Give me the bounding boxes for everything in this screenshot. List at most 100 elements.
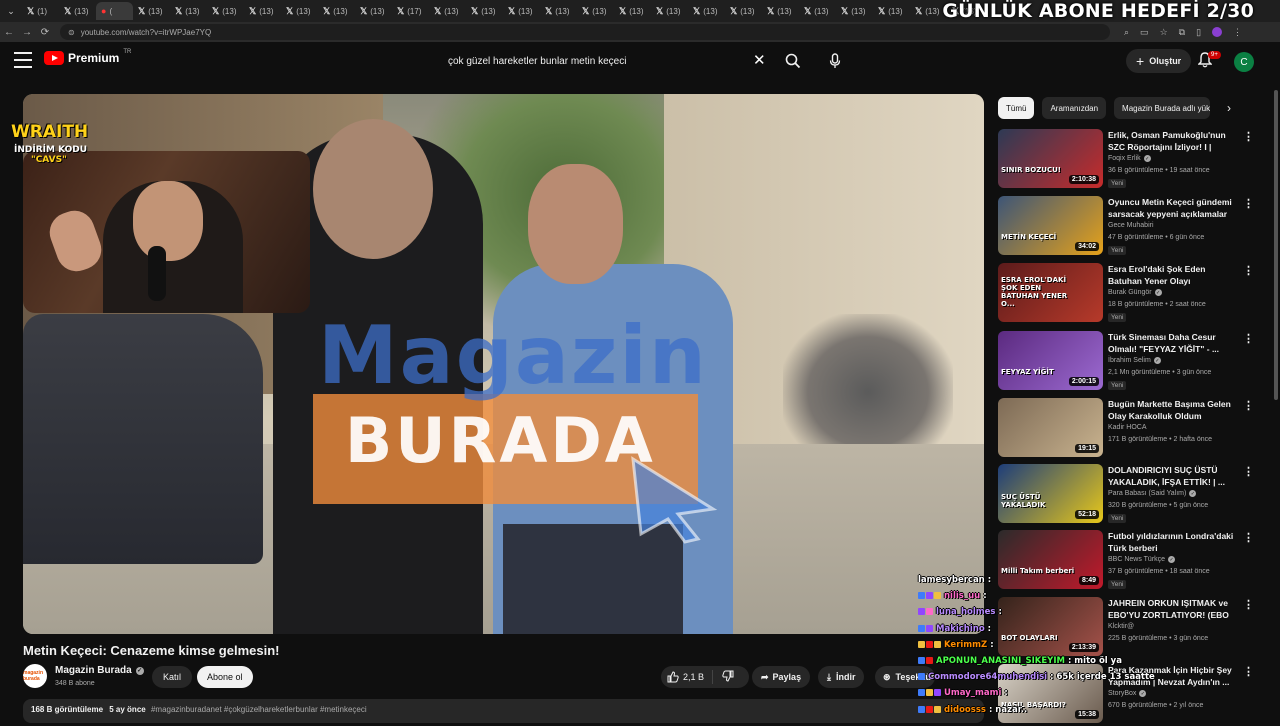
more-actions-icon[interactable]: ⋮ <box>1243 332 1254 345</box>
recommended-video-title[interactable]: JAHREIN ORKUN IŞITMAK ve EBO'YU ZORTLATI… <box>1108 597 1236 621</box>
forward-icon[interactable]: → <box>18 27 36 38</box>
recommended-video[interactable]: SUÇ ÜSTÜ YAKALADIK 52:18 DOLANDIRICIYI SUÇ… <box>998 464 1268 526</box>
recommended-video[interactable]: Milli Takım berberi 8:49 Futbol yıldızları… <box>998 530 1268 592</box>
browser-tab[interactable]: 𝕏 (13) <box>355 2 392 20</box>
chip-from-search[interactable]: Aramanızdan <box>1042 97 1107 119</box>
clear-search-icon[interactable]: ✕ <box>753 51 766 69</box>
browser-menu-icon[interactable]: ⋮ <box>1233 27 1242 38</box>
recommended-channel[interactable]: Burak Güngör ✓ <box>1108 289 1162 296</box>
browser-tab[interactable]: 𝕏 (13) <box>429 2 466 20</box>
chip-channel-uploads[interactable]: Magazin Burada adlı yüklemeler <box>1114 97 1211 119</box>
download-button[interactable]: ⤓ İndir <box>818 666 865 688</box>
subscribe-button[interactable]: Abone ol <box>197 666 253 688</box>
tab-search-icon[interactable]: ⌄ <box>0 0 22 22</box>
video-thumbnail[interactable]: FEYYAZ YİĞİT 2:00:15 <box>998 331 1103 390</box>
video-thumbnail[interactable]: Milli Takım berberi 8:49 <box>998 530 1103 589</box>
recommended-channel[interactable]: Kadir HOCA <box>1108 424 1147 431</box>
video-thumbnail[interactable]: BOT OLAYLARI 2:13:39 <box>998 597 1103 656</box>
side-panel-icon[interactable]: ▯ <box>1196 27 1201 38</box>
recommended-video-title[interactable]: Futbol yıldızlarının Londra'daki Türk be… <box>1108 530 1236 554</box>
browser-tab[interactable]: 𝕏 (13) <box>688 2 725 20</box>
more-actions-icon[interactable]: ⋮ <box>1243 465 1254 478</box>
chip-all[interactable]: Tümü <box>998 97 1035 119</box>
recommended-video[interactable]: 19:15 Bugün Markette Başıma Gelen Olay Ka… <box>998 398 1268 460</box>
recommended-video-title[interactable]: Türk Sineması Daha Cesur Olmalı! "FEYYAZ… <box>1108 331 1236 355</box>
recommended-video[interactable]: METİN KEÇECİ 34:02 Oyuncu Metin Keçeci gün… <box>998 196 1268 258</box>
site-info-icon[interactable]: ⊜ <box>68 28 75 37</box>
like-button[interactable]: 2,1 B <box>661 670 714 684</box>
more-actions-icon[interactable]: ⋮ <box>1243 197 1254 210</box>
user-avatar[interactable]: C <box>1234 52 1254 72</box>
browser-tab[interactable]: 𝕏 (13) <box>59 2 96 20</box>
address-bar[interactable]: ⊜ youtube.com/watch?v=itrWPJae7YQ <box>60 24 1110 40</box>
chevron-right-icon[interactable]: › <box>1227 101 1231 115</box>
recommended-video[interactable]: SINIR BOZUCU! 2:10:38 Erlik, Osman Pamukoğ… <box>998 129 1268 191</box>
recommended-video[interactable]: FEYYAZ YİĞİT 2:00:15 Türk Sineması Daha Ce… <box>998 331 1268 393</box>
dislike-button[interactable] <box>713 670 734 684</box>
back-icon[interactable]: ← <box>0 27 18 38</box>
browser-tab[interactable]: 𝕏 (13) <box>762 2 799 20</box>
browser-tab[interactable]: 𝕏 (13) <box>614 2 651 20</box>
profile-icon[interactable] <box>1212 27 1223 37</box>
extensions-icon[interactable]: ⧉ <box>1179 27 1185 38</box>
browser-tab[interactable]: 𝕏 (13) <box>170 2 207 20</box>
youtube-premium-logo[interactable]: Premium TR <box>44 49 131 65</box>
more-actions-icon[interactable]: ⋮ <box>1243 531 1254 544</box>
zoom-icon[interactable]: ⌕ <box>1124 27 1129 38</box>
recommended-video-title[interactable]: Bugün Markette Başıma Gelen Olay Karakol… <box>1108 398 1236 422</box>
more-actions-icon[interactable]: ⋮ <box>1243 665 1254 678</box>
browser-tab[interactable]: 𝕏 (13) <box>836 2 873 20</box>
hamburger-menu-icon[interactable] <box>14 52 32 68</box>
browser-tab[interactable]: 𝕏 (13) <box>651 2 688 20</box>
share-button[interactable]: ➦ Paylaş <box>752 666 811 688</box>
browser-tab[interactable]: 𝕏 (13) <box>281 2 318 20</box>
recommended-video-title[interactable]: DOLANDIRICIYI SUÇ ÜSTÜ YAKALADIK, İFŞA E… <box>1108 464 1236 488</box>
create-button[interactable]: + Oluştur <box>1126 49 1192 73</box>
recommended-channel[interactable]: StoryBox ✓ <box>1108 690 1147 697</box>
scrollbar-thumb[interactable] <box>1274 90 1278 400</box>
recommended-channel[interactable]: Para Babası (Said Yalım) ✓ <box>1108 490 1197 497</box>
video-thumbnail[interactable]: SUÇ ÜSTÜ YAKALADIK 52:18 <box>998 464 1103 523</box>
recommended-video[interactable]: ESRA EROL'DAKİ ŞOK EDEN BATUHAN YENER O.… <box>998 263 1268 325</box>
recommended-channel[interactable]: BBC News Türkçe ✓ <box>1108 556 1176 563</box>
recommended-channel[interactable]: Foqix Erlik ✓ <box>1108 155 1151 162</box>
video-thumbnail[interactable]: 19:15 <box>998 398 1103 457</box>
hashtags[interactable]: #magazinburadanet #çokgüzelhareketlerbun… <box>151 705 367 714</box>
browser-tab[interactable]: 𝕏 (13) <box>503 2 540 20</box>
video-thumbnail[interactable]: METİN KEÇECİ 34:02 <box>998 196 1103 255</box>
voice-search-button[interactable] <box>822 48 848 74</box>
search-button[interactable] <box>775 48 811 74</box>
join-button[interactable]: Katıl <box>152 666 193 688</box>
browser-tab[interactable]: 𝕏 (17) <box>392 2 429 20</box>
recommended-channel[interactable]: İbrahim Selim ✓ <box>1108 357 1161 364</box>
more-actions-icon[interactable]: ⋮ <box>1243 598 1254 611</box>
channel-name[interactable]: Magazin Burada ✓ <box>55 665 144 676</box>
cast-icon[interactable]: ▭ <box>1140 27 1149 38</box>
more-actions-icon[interactable]: ⋮ <box>1243 264 1254 277</box>
reload-icon[interactable]: ⟳ <box>36 27 54 38</box>
recommended-video-title[interactable]: Esra Erol'daki Şok Eden Batuhan Yener Ol… <box>1108 263 1236 287</box>
browser-tab[interactable]: 𝕏 (13) <box>799 2 836 20</box>
recommended-video[interactable]: BOT OLAYLARI 2:13:39 JAHREIN ORKUN IŞITMAK… <box>998 597 1268 659</box>
browser-tab[interactable]: 𝕏 (13) <box>540 2 577 20</box>
channel-avatar[interactable]: magazin burada <box>23 664 47 688</box>
browser-tab[interactable]: 𝕏 (13) <box>466 2 503 20</box>
page-scrollbar[interactable] <box>1273 42 1279 720</box>
recommended-channel[interactable]: Gece Muhabiri <box>1108 222 1154 229</box>
more-actions-icon[interactable]: ⋮ <box>1243 130 1254 143</box>
search-input[interactable]: çok güzel hareketler bunlar metin keçeci <box>437 48 777 74</box>
browser-tab[interactable]: 𝕏 (13) <box>318 2 355 20</box>
browser-tab[interactable]: 𝕏 (13) <box>207 2 244 20</box>
browser-tab[interactable]: 𝕏 (1) <box>22 2 59 20</box>
browser-tab[interactable]: 𝕏 (13) <box>133 2 170 20</box>
browser-tab[interactable]: ●( <box>96 2 133 20</box>
browser-tab[interactable]: 𝕏 (13) <box>577 2 614 20</box>
browser-tab[interactable]: 𝕏 (13) <box>244 2 281 20</box>
description-box[interactable]: 168 B görüntüleme 5 ay önce #magazinbura… <box>23 699 984 723</box>
browser-tab[interactable]: 𝕏 (13) <box>725 2 762 20</box>
recommended-video-title[interactable]: Oyuncu Metin Keçeci gündemi sarsacak yep… <box>1108 196 1236 220</box>
browser-tab[interactable]: 𝕏 (13) <box>873 2 910 20</box>
video-thumbnail[interactable]: ESRA EROL'DAKİ ŞOK EDEN BATUHAN YENER O.… <box>998 263 1103 322</box>
video-thumbnail[interactable]: SINIR BOZUCU! 2:10:38 <box>998 129 1103 188</box>
bookmark-star-icon[interactable]: ☆ <box>1160 27 1168 38</box>
